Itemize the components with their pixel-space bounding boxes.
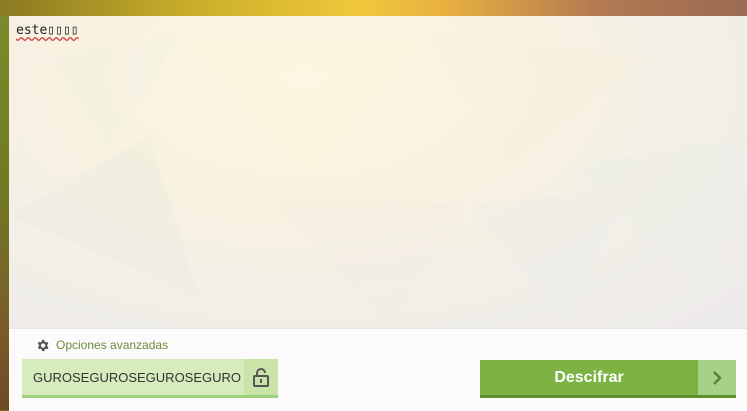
background-edge	[0, 16, 9, 410]
advanced-options-label: Opciones avanzadas	[56, 338, 169, 352]
lock-toggle-button[interactable]	[244, 359, 278, 395]
password-input[interactable]	[22, 359, 243, 395]
gear-icon	[37, 339, 49, 351]
chevron-right-icon	[698, 360, 736, 395]
background-pattern	[9, 36, 747, 328]
text-editor[interactable]: este▯▯▯▯	[9, 16, 747, 328]
unlock-icon	[253, 368, 269, 387]
decrypt-button[interactable]: Descifrar	[480, 360, 736, 398]
editor-content: este▯▯▯▯	[16, 23, 79, 38]
background-strip	[0, 0, 747, 16]
advanced-options-toggle[interactable]: Opciones avanzadas	[35, 337, 168, 353]
password-field-group	[22, 359, 278, 398]
controls-bar: Opciones avanzadas Descifrar	[9, 328, 747, 411]
